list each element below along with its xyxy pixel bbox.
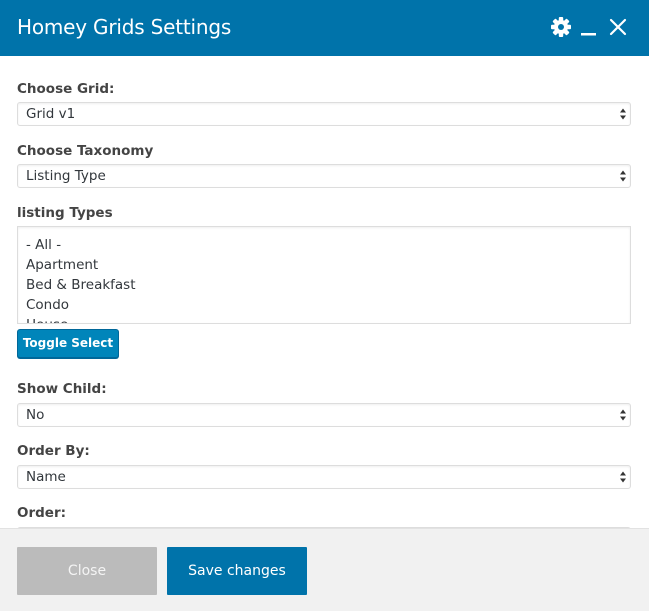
listing-types-label: listing Types xyxy=(17,205,113,221)
select-arrows-icon xyxy=(620,170,626,182)
select-arrows-icon xyxy=(620,108,626,120)
order-by-value: Name xyxy=(26,469,66,485)
list-option[interactable]: - All - xyxy=(26,235,61,255)
choose-grid-select[interactable]: Grid v1 xyxy=(17,102,631,126)
choose-taxonomy-value: Listing Type xyxy=(26,168,106,184)
save-changes-button[interactable]: Save changes xyxy=(167,547,307,595)
minimize-icon[interactable] xyxy=(578,16,600,38)
toggle-select-button[interactable]: Toggle Select xyxy=(17,329,119,358)
list-option[interactable]: House xyxy=(26,315,68,323)
select-arrows-icon xyxy=(620,409,626,421)
show-child-label: Show Child: xyxy=(17,381,107,397)
gear-icon[interactable] xyxy=(550,16,572,38)
show-child-select[interactable]: No xyxy=(17,403,631,427)
dialog-header: Homey Grids Settings xyxy=(0,0,649,56)
close-icon[interactable] xyxy=(607,16,629,38)
select-arrows-icon xyxy=(620,471,626,483)
listing-types-listbox[interactable]: - All - Apartment Bed & Breakfast Condo … xyxy=(17,226,631,324)
choose-taxonomy-select[interactable]: Listing Type xyxy=(17,164,631,188)
dialog-title: Homey Grids Settings xyxy=(17,15,232,39)
dialog-body: Choose Grid: Grid v1 Choose Taxonomy Lis… xyxy=(0,56,649,528)
list-option[interactable]: Apartment xyxy=(26,255,98,275)
choose-grid-label: Choose Grid: xyxy=(17,81,115,97)
order-label: Order: xyxy=(17,505,67,521)
dialog-footer: Close Save changes xyxy=(0,528,649,611)
order-by-select[interactable]: Name xyxy=(17,465,631,489)
show-child-value: No xyxy=(26,407,45,423)
order-by-label: Order By: xyxy=(17,443,90,459)
list-option[interactable]: Condo xyxy=(26,295,69,315)
list-option[interactable]: Bed & Breakfast xyxy=(26,275,136,295)
choose-taxonomy-label: Choose Taxonomy xyxy=(17,143,154,159)
close-button[interactable]: Close xyxy=(17,547,157,595)
choose-grid-value: Grid v1 xyxy=(26,106,76,122)
